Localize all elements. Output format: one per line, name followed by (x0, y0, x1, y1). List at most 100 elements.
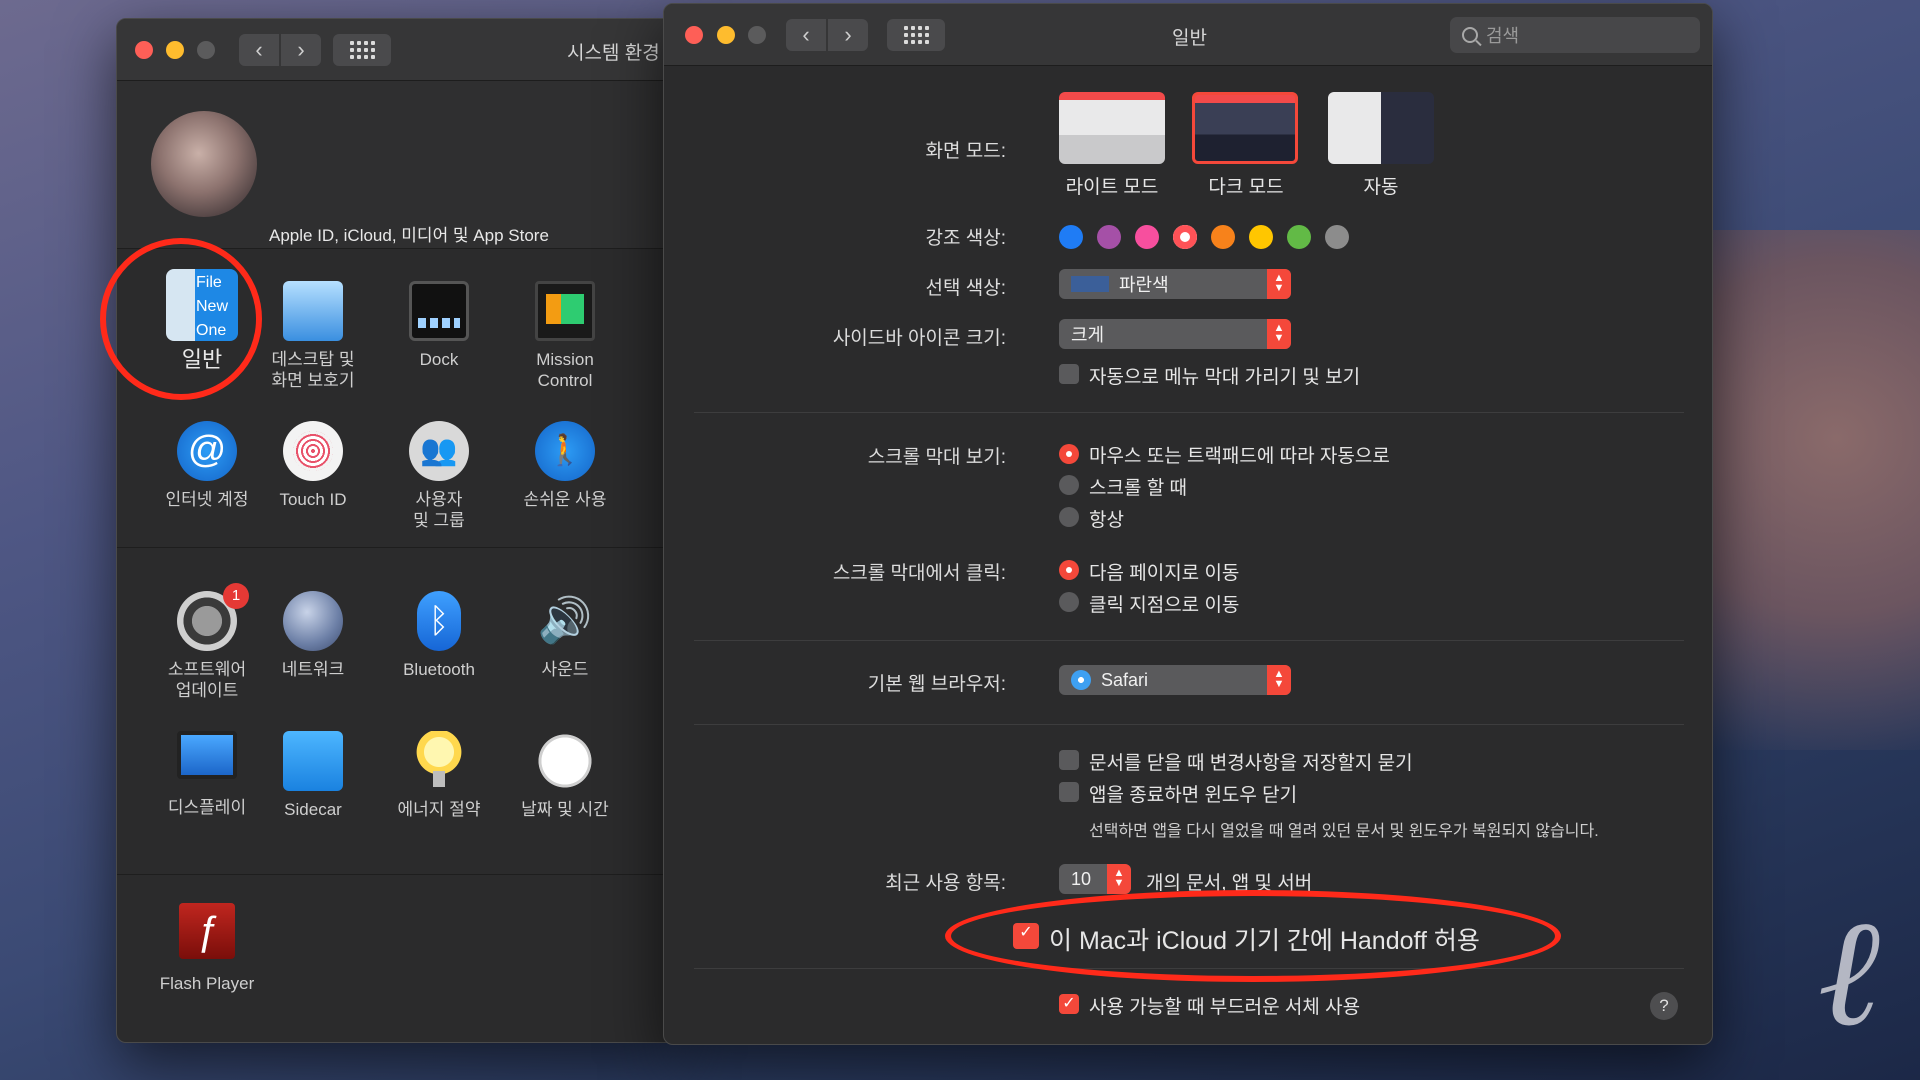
chevron-updown-icon: ▲ ▼ (1267, 319, 1291, 349)
desktop-icon (283, 281, 343, 341)
close-button[interactable] (685, 26, 703, 44)
divider (117, 547, 675, 548)
window-title: 일반 (1172, 28, 1207, 49)
recent-items-label: 최근 사용 항목: (885, 873, 1006, 894)
help-button[interactable]: ? (1650, 992, 1678, 1020)
pane-mission-control[interactable]: Mission Control (502, 281, 628, 391)
safari-icon (1071, 670, 1091, 690)
divider (694, 724, 1684, 725)
divider (694, 412, 1684, 413)
apple-id-label: Apple ID, iCloud, 미디어 및 App Store (269, 226, 549, 245)
minimize-button[interactable] (717, 26, 735, 44)
pane-label: Flash Player (159, 974, 255, 993)
show-all-button[interactable] (333, 34, 391, 66)
font-smoothing-checkbox[interactable] (1059, 994, 1079, 1014)
sidebar-icon-size-popup[interactable]: 크게 ▲ ▼ (1059, 319, 1291, 349)
close-button[interactable] (135, 41, 153, 59)
avatar[interactable] (151, 111, 257, 217)
dock-icon (409, 281, 469, 341)
close-windows-checkbox[interactable] (1059, 782, 1079, 802)
accent-red-selected[interactable] (1173, 225, 1197, 249)
pane-label: 에너지 절약 (397, 800, 481, 819)
users-icon (409, 421, 469, 481)
pane-desktop[interactable]: 데스크탑 및 화면 보호기 (250, 281, 376, 391)
accent-purple[interactable] (1097, 225, 1121, 249)
titlebar: ‹ › 일반 검색 (664, 4, 1712, 66)
minimize-button[interactable] (166, 41, 184, 59)
pane-label: 네트워크 (281, 660, 345, 679)
close-windows-label: 앱을 종료하면 윈도우 닫기 (1089, 785, 1298, 806)
click-scrollbar-label: 스크롤 막대에서 클릭: (832, 563, 1006, 584)
pane-label: Touch ID (279, 490, 347, 509)
show-scrollbars-label: 스크롤 막대 보기: (867, 447, 1006, 468)
light-mode-label: 라이트 모드 (1065, 177, 1159, 198)
recent-items-popup[interactable]: 10 ▲ ▼ (1059, 864, 1131, 894)
jump-to-spot-radio[interactable] (1059, 592, 1079, 612)
pane-network[interactable]: 네트워크 (250, 591, 376, 680)
system-preferences-window: ‹ › 시스템 환경 Apple ID, iCloud, 미디어 및 App S… (116, 18, 676, 1043)
auto-hide-menu-checkbox[interactable] (1059, 364, 1079, 384)
scrollbar-when-scrolling-radio[interactable] (1059, 475, 1079, 495)
accent-graphite[interactable] (1325, 225, 1349, 249)
ask-keep-changes-checkbox[interactable] (1059, 750, 1079, 770)
pane-users-groups[interactable]: 사용자 및 그룹 (376, 421, 502, 531)
zoom-button[interactable] (748, 26, 766, 44)
scrollbar-auto-radio[interactable] (1059, 444, 1079, 464)
pane-flash-player[interactable]: Flash Player (144, 903, 270, 994)
pane-date-time[interactable]: 날짜 및 시간 (502, 731, 628, 820)
general-preferences-window: ‹ › 일반 검색 화면 모드: 라이트 모드 다크 모드 자동 강조 색상: … (663, 3, 1713, 1045)
accent-green[interactable] (1287, 225, 1311, 249)
pane-bluetooth[interactable]: Bluetooth (376, 591, 502, 680)
accent-yellow[interactable] (1249, 225, 1273, 249)
popup-value: 크게 (1071, 325, 1105, 345)
pane-touch-id[interactable]: Touch ID (250, 421, 376, 510)
back-button[interactable]: ‹ (239, 34, 279, 66)
chevron-updown-icon: ▲ ▼ (1267, 665, 1291, 695)
accent-pink[interactable] (1135, 225, 1159, 249)
annotation-ellipse (945, 890, 1561, 982)
pane-label: Mission Control (536, 350, 594, 390)
highlight-color-popup[interactable]: 파란색 ▲ ▼ (1059, 269, 1291, 299)
sidebar-icon-size-label: 사이드바 아이콘 크기: (832, 328, 1006, 349)
accent-blue[interactable] (1059, 225, 1083, 249)
zoom-button[interactable] (197, 41, 215, 59)
back-button[interactable]: ‹ (786, 19, 826, 51)
dark-mode-option[interactable] (1192, 92, 1298, 164)
forward-button[interactable]: › (281, 34, 321, 66)
forward-button[interactable]: › (828, 19, 868, 51)
pane-energy-saver[interactable]: 에너지 절약 (376, 731, 502, 820)
clock-icon (535, 731, 595, 791)
auto-mode-option[interactable] (1328, 92, 1434, 164)
accent-orange[interactable] (1211, 225, 1235, 249)
show-all-button[interactable] (887, 19, 945, 51)
network-icon (283, 591, 343, 651)
sidecar-icon (283, 731, 343, 791)
chevron-right-icon: › (844, 22, 852, 47)
ask-keep-changes-label: 문서를 닫을 때 변경사항을 저장할지 묻기 (1089, 753, 1413, 774)
highlight-color-label: 선택 색상: (925, 278, 1006, 299)
titlebar: ‹ › 시스템 환경 (117, 19, 675, 81)
search-icon (1462, 27, 1478, 43)
chevron-updown-icon: ▲ ▼ (1267, 269, 1291, 299)
pane-dock[interactable]: Dock (376, 281, 502, 370)
pane-accessibility[interactable]: 손쉬운 사용 (502, 421, 628, 510)
signature-watermark: ℓ (1817, 886, 1880, 1060)
pane-label: Sidecar (284, 800, 342, 819)
window-title: 시스템 환경 (567, 43, 660, 64)
light-mode-option[interactable] (1059, 92, 1165, 164)
pane-sidecar[interactable]: Sidecar (250, 731, 376, 820)
popup-value: 파란색 (1119, 275, 1169, 295)
scrollbar-always-radio[interactable] (1059, 507, 1079, 527)
default-browser-popup[interactable]: Safari ▲ ▼ (1059, 665, 1291, 695)
scrollbar-always-label: 항상 (1089, 510, 1124, 531)
jump-next-page-radio[interactable] (1059, 560, 1079, 580)
popup-value: Safari (1101, 669, 1149, 690)
pane-label: Bluetooth (403, 660, 475, 679)
apple-id-section[interactable]: Apple ID, iCloud, 미디어 및 App Store (117, 81, 675, 249)
grid-icon (349, 41, 375, 59)
pane-sound[interactable]: 사운드 (502, 591, 628, 680)
accent-color-label: 강조 색상: (925, 228, 1006, 249)
search-field[interactable]: 검색 (1450, 17, 1700, 53)
close-windows-note: 선택하면 앱을 다시 열었을 때 열려 있던 문서 및 윈도우가 복원되지 않습… (1089, 823, 1599, 840)
pane-label: 날짜 및 시간 (521, 800, 609, 819)
